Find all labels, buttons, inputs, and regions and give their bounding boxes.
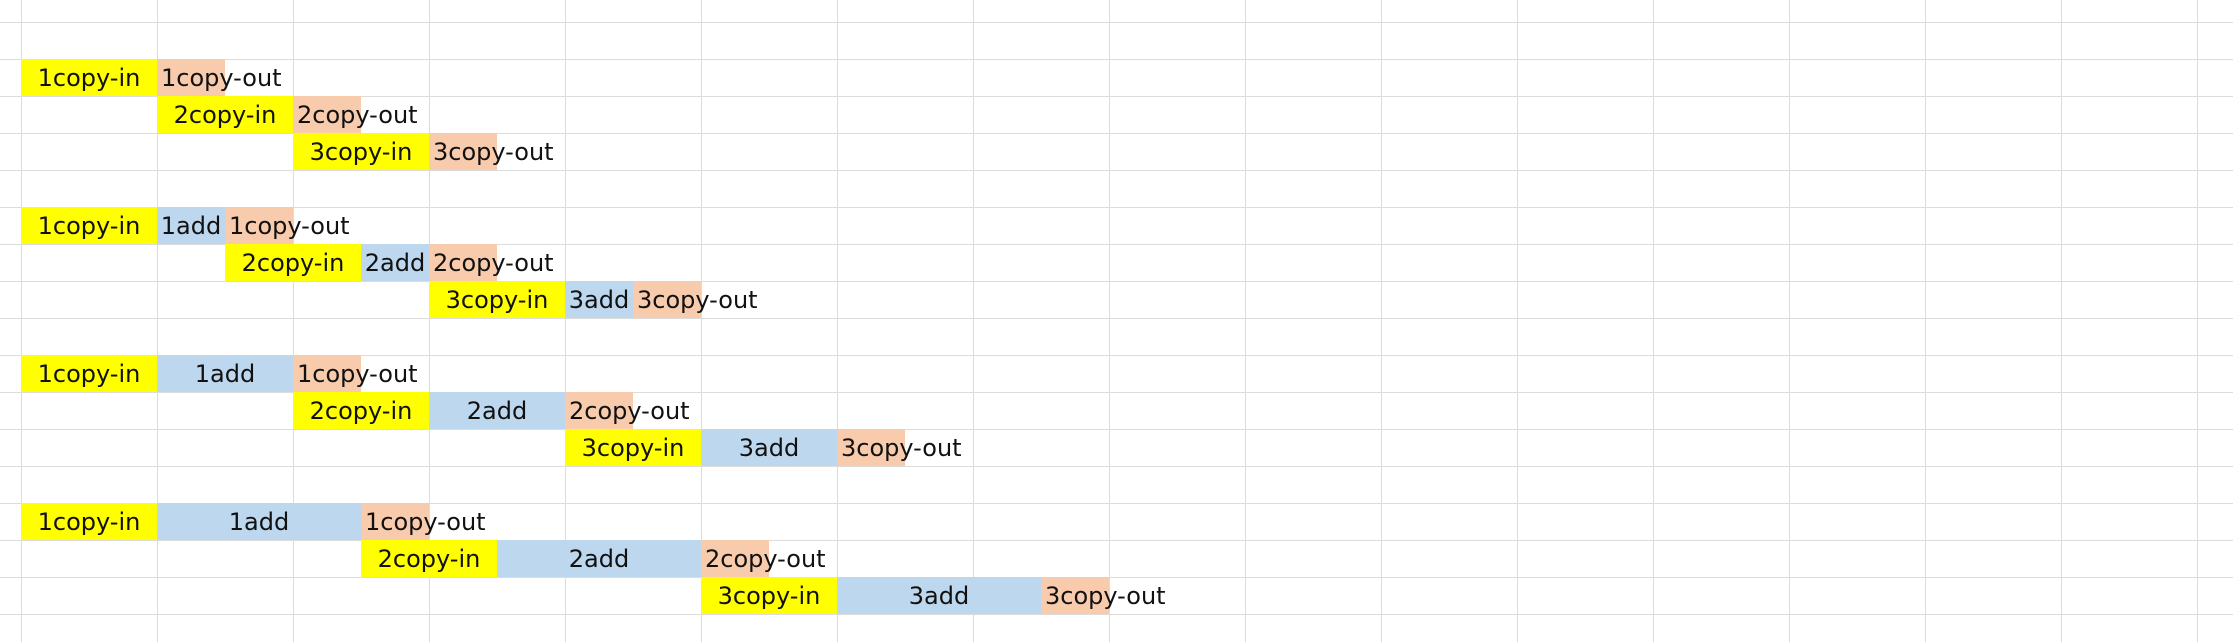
copy-in-bar: 3copy-in: [565, 429, 701, 466]
copy-out-bar: 3copy-out: [633, 281, 758, 318]
copy-out-bar: 1copy-out: [361, 503, 486, 540]
add-bar: 3add: [701, 429, 837, 466]
copy-in-bar: 1copy-in: [21, 503, 157, 540]
copy-in-bar: 3copy-in: [429, 281, 565, 318]
add-bar: 1add: [157, 355, 293, 392]
add-bar: 2add: [497, 540, 701, 577]
copy-out-bar: 2copy-out: [701, 540, 826, 577]
copy-in-bar: 1copy-in: [21, 207, 157, 244]
copy-out-bar: 1copy-out: [293, 355, 418, 392]
add-bar: 1add: [157, 207, 225, 244]
copy-in-bar: 2copy-in: [361, 540, 497, 577]
spreadsheet-grid: 1copy-in 1copy-out 2copy-in 2copy-out 3copy-…: [0, 0, 2233, 642]
copy-in-bar: 2copy-in: [225, 244, 361, 281]
copy-out-bar: 2copy-out: [293, 96, 418, 133]
copy-in-bar: 3copy-in: [293, 133, 429, 170]
add-bar: 2add: [361, 244, 429, 281]
copy-out-bar: 1copy-out: [157, 59, 282, 96]
copy-in-bar: 1copy-in: [21, 355, 157, 392]
copy-out-bar: 3copy-out: [837, 429, 962, 466]
copy-in-bar: 1copy-in: [21, 59, 157, 96]
add-bar: 3add: [837, 577, 1041, 614]
copy-out-bar: 2copy-out: [565, 392, 690, 429]
copy-out-bar: 2copy-out: [429, 244, 554, 281]
copy-in-bar: 2copy-in: [157, 96, 293, 133]
copy-out-bar: 1copy-out: [225, 207, 350, 244]
copy-in-bar: 2copy-in: [293, 392, 429, 429]
add-bar: 3add: [565, 281, 633, 318]
copy-out-bar: 3copy-out: [1041, 577, 1166, 614]
copy-out-bar: 3copy-out: [429, 133, 554, 170]
add-bar: 1add: [157, 503, 361, 540]
copy-in-bar: 3copy-in: [701, 577, 837, 614]
add-bar: 2add: [429, 392, 565, 429]
